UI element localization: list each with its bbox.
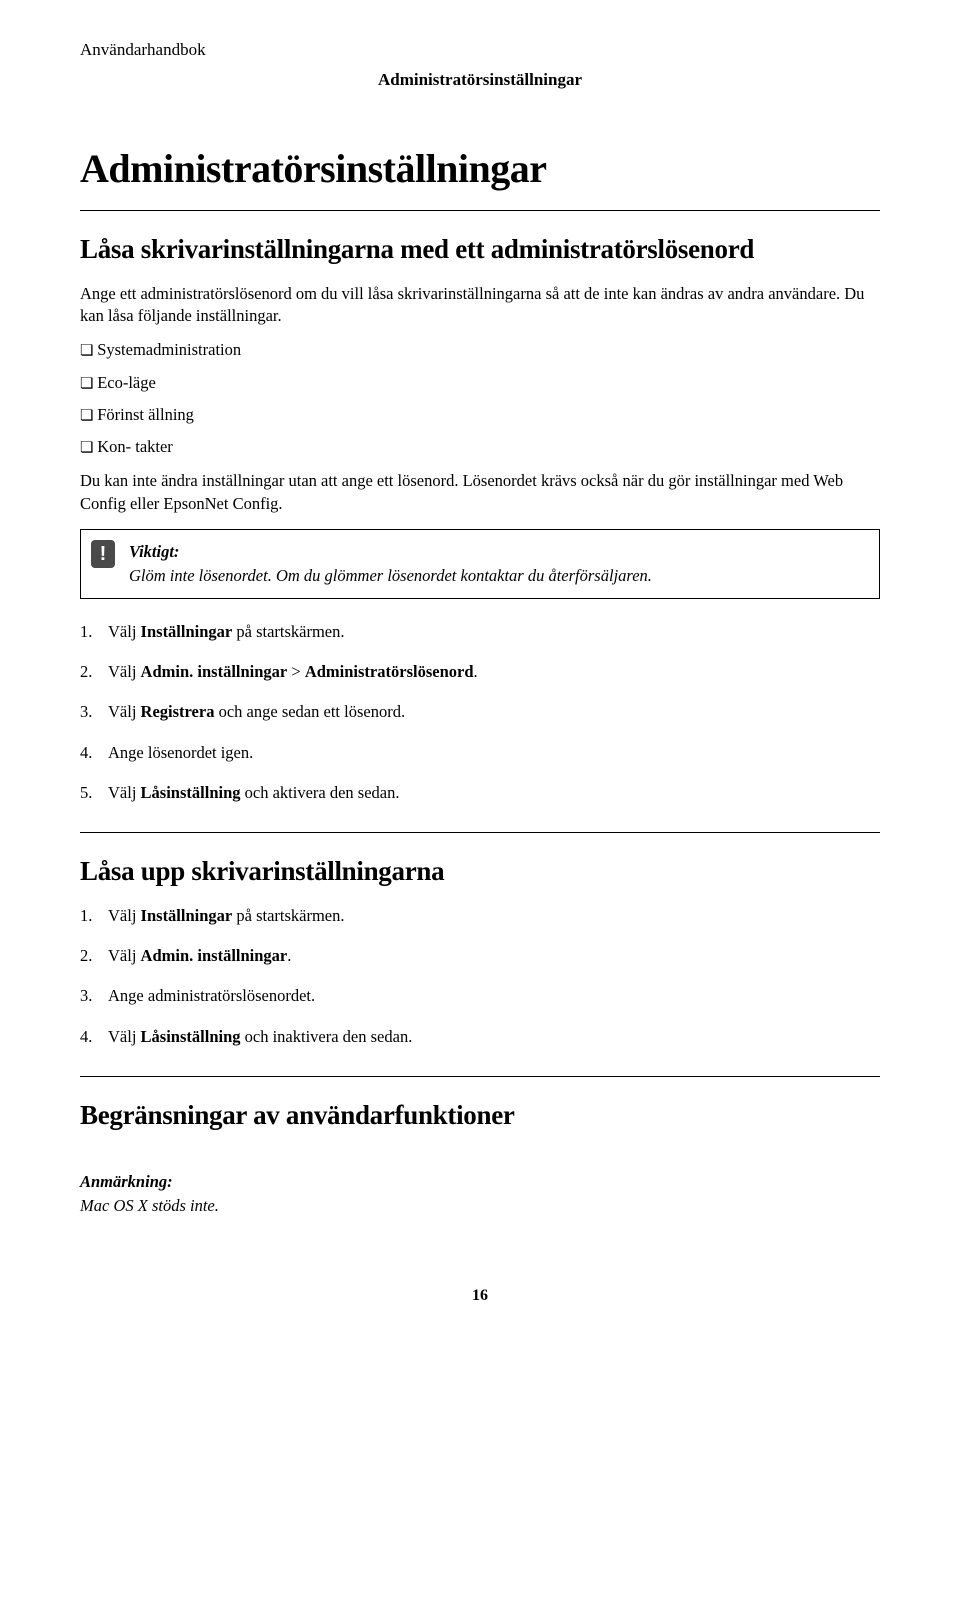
important-note: ! Viktigt: Glöm inte lösenordet. Om du g… [80,529,880,599]
step-bold: Låsinställning [141,783,241,802]
step-text: Välj [108,783,141,802]
section1-after-list: Du kan inte ändra inställningar utan att… [80,470,880,515]
list-item: Eco-läge [80,372,880,394]
step-bold: Inställningar [141,622,233,641]
step-item: Välj Registrera och ange sedan ett lösen… [80,701,880,723]
step-text: på startskärmen. [232,622,344,641]
rule-section2 [80,832,880,833]
list-item: Förinst ällning [80,404,880,426]
rule-after-title [80,210,880,211]
page-title: Administratörsinställningar [80,145,880,192]
step-bold: Admin. inställningar [141,662,288,681]
list-item: Systemadministration [80,339,880,361]
section1-list: Systemadministration Eco-läge Förinst äl… [80,339,880,458]
list-item: Kon- takter [80,436,880,458]
section1-intro: Ange ett administratörslösenord om du vi… [80,283,880,328]
step-item: Välj Låsinställning och aktivera den sed… [80,782,880,804]
section2-steps: Välj Inställningar på startskärmen. Välj… [80,905,880,1048]
step-text: Välj [108,662,141,681]
header-center: Administratörsinställningar [80,70,880,90]
section1-heading: Låsa skrivarinställningarna med ett admi… [80,233,880,267]
note-label: Anmärkning: [80,1171,880,1193]
rule-section3 [80,1076,880,1077]
step-item: Välj Admin. inställningar. [80,945,880,967]
step-text: och inaktivera den sedan. [241,1027,413,1046]
step-text: Välj [108,906,141,925]
section3-heading: Begränsningar av användarfunktioner [80,1099,880,1133]
header-left: Användarhandbok [80,40,880,60]
step-text: > [287,662,305,681]
page-number: 16 [80,1287,880,1305]
important-text: Glöm inte lösenordet. Om du glömmer löse… [129,566,652,585]
step-text: och ange sedan ett lösenord. [214,702,405,721]
important-icon: ! [91,540,115,568]
step-item: Välj Inställningar på startskärmen. [80,905,880,927]
step-text: Välj [108,622,141,641]
important-label: Viktigt: [129,542,179,561]
section1-steps: Välj Inställningar på startskärmen. Välj… [80,621,880,804]
step-text: och aktivera den sedan. [241,783,400,802]
step-text: . [474,662,478,681]
note-body: Mac OS X stöds inte. [80,1195,880,1217]
step-bold: Registrera [141,702,215,721]
step-item: Ange administratörslösenordet. [80,985,880,1007]
step-text: på startskärmen. [232,906,344,925]
page-container: Användarhandbok Administratörsinställnin… [0,0,960,1345]
step-text: . [287,946,291,965]
step-text: Välj [108,946,141,965]
step-item: Välj Inställningar på startskärmen. [80,621,880,643]
step-item: Välj Admin. inställningar > Administratö… [80,661,880,683]
step-text: Ange lösenordet igen. [108,743,253,762]
section2-heading: Låsa upp skrivarinställningarna [80,855,880,889]
step-item: Ange lösenordet igen. [80,742,880,764]
step-bold: Admin. inställningar [141,946,288,965]
step-text: Välj [108,1027,141,1046]
step-text: Ange administratörslösenordet. [108,986,315,1005]
step-item: Välj Låsinställning och inaktivera den s… [80,1026,880,1048]
step-text: Välj [108,702,141,721]
step-bold: Låsinställning [141,1027,241,1046]
step-bold: Inställningar [141,906,233,925]
step-bold: Administratörslösenord [305,662,474,681]
